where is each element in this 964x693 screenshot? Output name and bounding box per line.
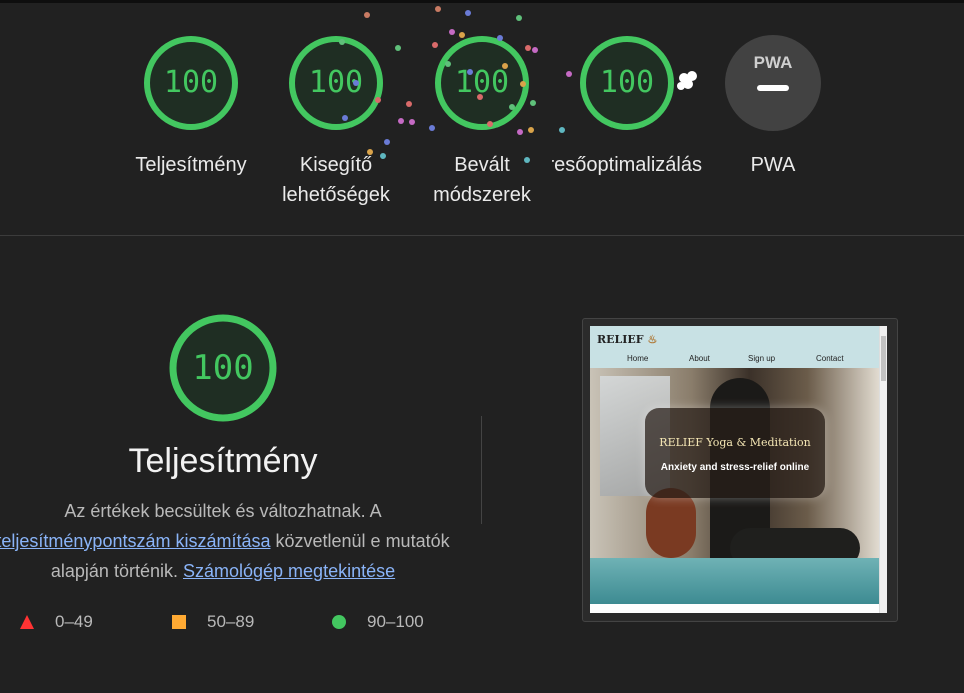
hero-image: RELIEF Yoga & Meditation Anxiety and str… <box>590 368 880 604</box>
legend-label: 50–89 <box>207 612 255 631</box>
gauge-ring-seo: 100 <box>580 36 674 130</box>
hero-figure-hair <box>646 488 696 558</box>
gauge-score: 100 <box>164 65 218 100</box>
calculator-link[interactable]: Számológép megtekintése <box>183 561 395 581</box>
screenshot-viewport: RELIEF ♨ Home About Sign up Contact RELI… <box>590 326 887 613</box>
site-logo: RELIEF ♨ <box>597 333 658 346</box>
hero-floor <box>590 558 880 604</box>
performance-gauge-large: 100 <box>169 314 277 422</box>
legend-label: 0–49 <box>55 612 93 631</box>
score-calculation-link[interactable]: teljesítménypontszám kiszámítása <box>0 531 271 551</box>
legend-fail: 0–49 <box>19 612 93 632</box>
pwa-dash-icon <box>757 85 789 91</box>
gauge-score: 100 <box>600 65 654 100</box>
gauge-best-practices[interactable]: 100 Bevált módszerek <box>417 34 547 210</box>
gauge-label: PWA <box>750 154 796 176</box>
site-header: RELIEF ♨ Home About Sign up Contact <box>590 326 880 368</box>
hero-card: RELIEF Yoga & Meditation Anxiety and str… <box>645 408 825 498</box>
gauge-label: Bevált módszerek <box>433 154 531 206</box>
performance-title: Teljesítmény <box>128 442 318 480</box>
performance-description: Az értékek becsültek és változhatnak. A … <box>0 496 466 586</box>
gauge-ring-best-practices: 100 <box>435 36 529 130</box>
nav-home: Home <box>627 354 649 363</box>
hero-title: RELIEF Yoga & Meditation <box>659 436 811 449</box>
hero-subtitle: Anxiety and stress-relief online <box>660 462 810 473</box>
section-divider <box>0 235 964 236</box>
category-gauges: 100 Teljesítmény 100 Kisegítő lehetősége… <box>0 0 964 236</box>
gauge-score: 100 <box>309 65 363 100</box>
gauge-accessibility[interactable]: 100 Kisegítő lehetőségek <box>271 34 401 210</box>
vertical-separator <box>481 416 482 524</box>
triangle-icon <box>20 615 34 629</box>
gauge-label: Keresőoptimalizálás <box>552 154 702 176</box>
square-icon <box>172 615 186 629</box>
final-screenshot[interactable]: RELIEF ♨ Home About Sign up Contact RELI… <box>582 318 898 622</box>
gauge-ring-performance: 100 <box>144 36 238 130</box>
gauge-pwa[interactable]: PWA PWA <box>708 34 838 180</box>
circle-icon <box>332 615 346 629</box>
screenshot-scrollbar <box>879 326 887 613</box>
nav-signup: Sign up <box>748 354 776 363</box>
scrollbar-thumb <box>881 336 886 381</box>
nav-contact: Contact <box>816 354 844 363</box>
gauge-label: Kisegítő lehetőségek <box>282 154 390 206</box>
legend-average: 50–89 <box>171 612 254 632</box>
pwa-badge-text: PWA <box>754 53 793 72</box>
pwa-badge-icon: PWA <box>725 35 821 131</box>
gauge-label: Teljesítmény <box>135 154 247 176</box>
gauge-seo[interactable]: 100 Keresőoptimalizálás <box>552 34 702 180</box>
gauge-performance[interactable]: 100 Teljesítmény <box>126 34 256 180</box>
legend-pass: 90–100 <box>331 612 424 632</box>
nav-about: About <box>689 354 710 363</box>
gauge-ring-accessibility: 100 <box>289 36 383 130</box>
legend-label: 90–100 <box>367 612 424 631</box>
performance-score: 100 <box>192 348 253 388</box>
desc-text: Az értékek becsültek és változhatnak. A <box>64 501 382 521</box>
gauge-score: 100 <box>455 65 509 100</box>
